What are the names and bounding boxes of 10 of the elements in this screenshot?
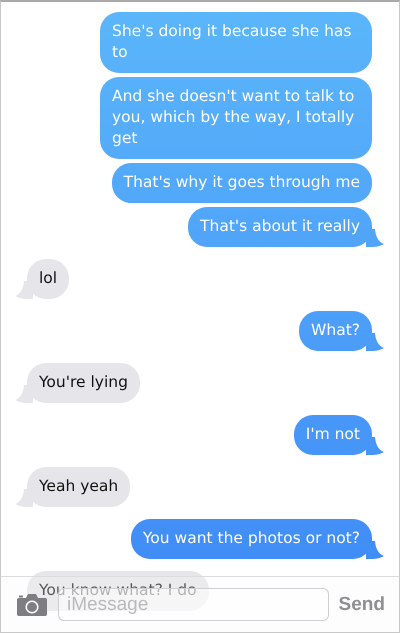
received-message-bubble: You're lying [27,363,140,403]
sent-message-bubble: What? [299,311,372,351]
sent-message-bubble: I'm not [294,415,372,455]
sent-message-bubble: And she doesn't want to talk to you, which by the way, I totally get [100,77,372,159]
sent-message-bubble: You want the photos or not? [130,519,372,559]
sent-message-bubble: That's why it goes through me [112,163,372,203]
sent-message-bubble: She's doing it because she has to [100,12,372,73]
received-message-bubble: lol [27,259,70,299]
received-message-bubble: Yeah yeah [27,467,130,507]
sent-message-bubble: That's about it really [188,207,372,247]
